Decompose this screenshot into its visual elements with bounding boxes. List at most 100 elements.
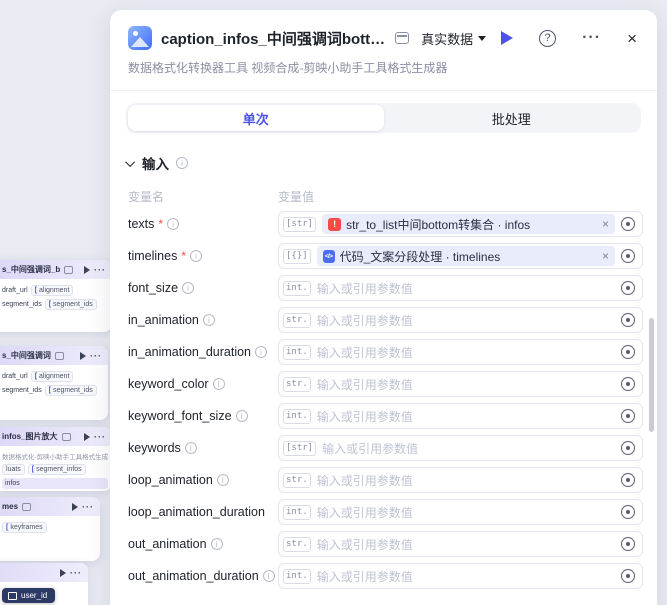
param-name: in_animation_duration (128, 345, 251, 359)
value-field[interactable]: int. 输入或引用参数值 (278, 339, 643, 365)
info-icon[interactable] (203, 314, 215, 326)
selected-output-chip[interactable]: user_id (2, 588, 55, 603)
info-icon[interactable] (263, 570, 275, 582)
field-tag[interactable]: segment_ids (45, 385, 97, 396)
info-icon[interactable] (217, 474, 229, 486)
reference-icon[interactable] (621, 345, 635, 359)
value-field[interactable]: str. 输入或引用参数值 (278, 371, 643, 397)
reference-icon[interactable] (621, 505, 635, 519)
value-placeholder: 输入或引用参数值 (317, 568, 615, 585)
type-badge: int. (283, 281, 311, 296)
value-placeholder: 输入或引用参数值 (317, 344, 615, 361)
chip-text: 代码_文案分段处理 · timelines (340, 248, 597, 265)
info-icon[interactable] (236, 410, 248, 422)
info-icon[interactable] (182, 282, 194, 294)
node-more-icon[interactable] (94, 432, 106, 442)
column-headers: 变量名 变量值 (128, 188, 639, 205)
value-chip[interactable]: 代码_文案分段处理 · timelines (317, 246, 615, 266)
node-run-icon[interactable] (60, 569, 66, 577)
node-run-icon[interactable] (72, 503, 78, 511)
input-row: out_animation_duration int. 输入或引用参数值 (128, 563, 643, 589)
field-tag[interactable]: segment_ids (45, 299, 97, 310)
input-row: out_animation str. 输入或引用参数值 (128, 531, 643, 557)
reference-icon[interactable] (621, 441, 635, 455)
field-label: segment_ids (2, 301, 42, 308)
chevron-down-icon (478, 36, 486, 41)
node-more-icon[interactable] (82, 502, 94, 512)
value-field[interactable]: int. 输入或引用参数值 (278, 563, 643, 589)
reference-icon[interactable] (621, 409, 635, 423)
field-tag[interactable]: segment_infos (28, 464, 86, 475)
required-star (181, 249, 186, 263)
value-field[interactable]: str. 输入或引用参数值 (278, 531, 643, 557)
tab-single[interactable]: 单次 (128, 105, 384, 131)
canvas-node-infos-zoom[interactable]: infos_图片放大 数据格式化-剪映小助手工具格式生成器 luatssegme… (0, 427, 112, 491)
info-icon[interactable] (211, 538, 223, 550)
value-field[interactable]: str. 输入或引用参数值 (278, 467, 643, 493)
input-row: font_size int. 输入或引用参数值 (128, 275, 643, 301)
detail-icon[interactable] (55, 352, 64, 360)
close-icon[interactable] (627, 30, 637, 47)
reference-icon[interactable] (621, 217, 635, 231)
more-icon[interactable] (582, 29, 601, 47)
field-tag[interactable]: luats (2, 464, 25, 475)
node-more-icon[interactable] (70, 568, 82, 578)
info-icon[interactable] (167, 218, 179, 230)
input-row: timelines [{}] 代码_文案分段处理 · timelines (128, 243, 643, 269)
reference-icon[interactable] (621, 377, 635, 391)
data-mode-dropdown[interactable]: 真实数据 (421, 29, 486, 48)
field-tag[interactable]: alignment (31, 285, 74, 296)
param-name: timelines (128, 249, 177, 263)
scrollbar[interactable] (649, 318, 654, 432)
detail-icon[interactable] (62, 433, 71, 441)
mode-tabs: 单次 批处理 (126, 103, 641, 133)
canvas-node-caption-b[interactable]: s_中间强调词_b··· draft_urlalignment segment_… (0, 260, 112, 332)
node-run-icon[interactable] (80, 352, 86, 360)
node-subtitle: 数据格式化-剪映小助手工具格式生成器 (2, 451, 108, 461)
value-field[interactable]: [{}] 代码_文案分段处理 · timelines (278, 243, 643, 269)
type-badge: int. (283, 345, 311, 360)
value-field[interactable]: int. 输入或引用参数值 (278, 275, 643, 301)
canvas-node-caption[interactable]: s_中间强调词 draft_urlalignment segment_idsse… (0, 346, 108, 420)
field-tag[interactable]: keyframes (2, 522, 47, 533)
remove-value-icon[interactable] (602, 218, 609, 230)
node-title: s_中间强调词_b··· (2, 264, 60, 275)
reference-icon[interactable] (621, 249, 635, 263)
detail-icon[interactable] (64, 266, 73, 274)
value-field[interactable]: [str] str_to_list中间bottom转集合 · infos (278, 211, 643, 237)
node-more-icon[interactable] (90, 351, 102, 361)
divider (110, 90, 657, 91)
input-section-header[interactable]: 输入 (128, 153, 639, 173)
field-tag[interactable]: alignment (31, 371, 74, 382)
node-run-icon[interactable] (84, 266, 90, 274)
detail-icon[interactable] (22, 503, 31, 511)
info-icon[interactable] (255, 346, 267, 358)
node-more-icon[interactable] (94, 265, 106, 275)
node-title: mes (2, 502, 18, 511)
node-config-panel: caption_infos_中间强调词bott… 真实数据 数据格式化转换器工具… (110, 10, 657, 605)
chip-text: str_to_list中间bottom转集合 · infos (346, 216, 597, 233)
canvas-node-keyframes[interactable]: mes keyframes (0, 497, 100, 561)
reference-icon[interactable] (621, 569, 635, 583)
value-field[interactable]: int. 输入或引用参数值 (278, 403, 643, 429)
reference-icon[interactable] (621, 281, 635, 295)
run-button[interactable] (501, 31, 513, 45)
value-field[interactable]: str. 输入或引用参数值 (278, 307, 643, 333)
value-field[interactable]: int. 输入或引用参数值 (278, 499, 643, 525)
info-icon[interactable] (176, 157, 188, 169)
value-field[interactable]: [str] 输入或引用参数值 (278, 435, 643, 461)
detail-icon[interactable] (395, 32, 409, 44)
tab-batch[interactable]: 批处理 (384, 105, 640, 131)
help-icon[interactable] (539, 30, 556, 47)
reference-icon[interactable] (621, 537, 635, 551)
info-icon[interactable] (213, 378, 225, 390)
remove-value-icon[interactable] (602, 250, 609, 262)
value-chip[interactable]: str_to_list中间bottom转集合 · infos (322, 214, 615, 234)
reference-icon[interactable] (621, 473, 635, 487)
node-run-icon[interactable] (84, 433, 90, 441)
reference-icon[interactable] (621, 313, 635, 327)
info-icon[interactable] (185, 442, 197, 454)
info-icon[interactable] (190, 250, 202, 262)
param-label: out_animation (128, 537, 278, 551)
param-label: out_animation_duration (128, 569, 278, 583)
